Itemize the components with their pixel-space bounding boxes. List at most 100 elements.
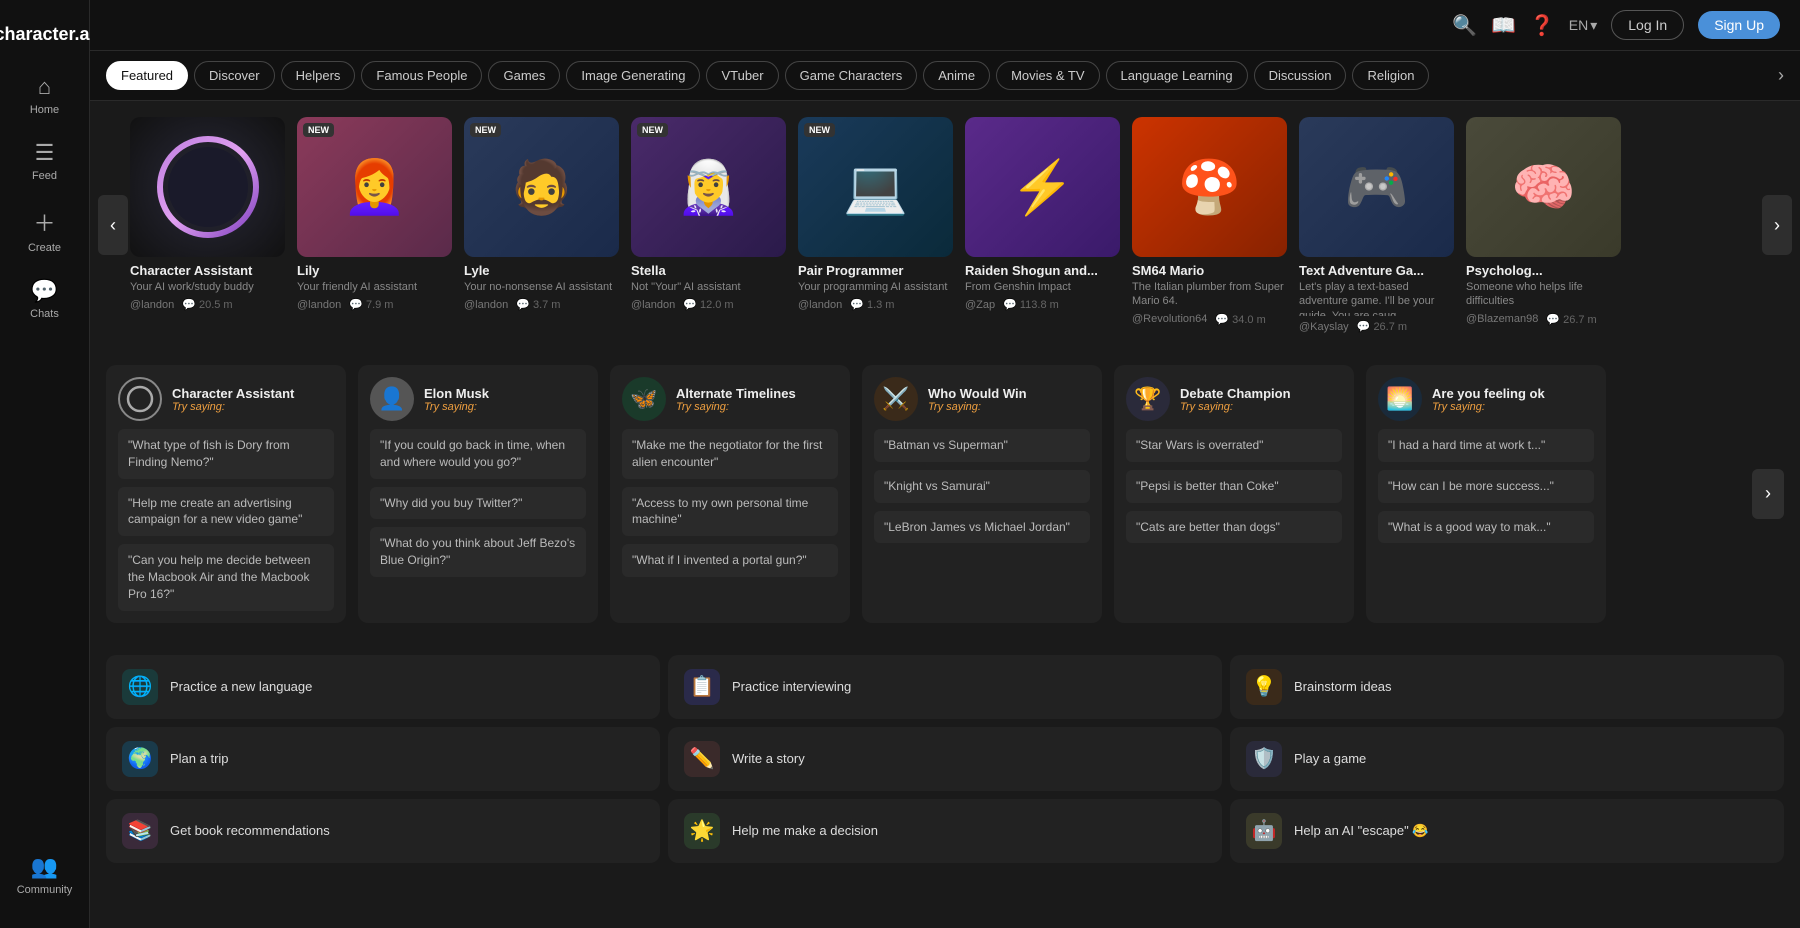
carousel-prev-button[interactable]: ‹ [98, 195, 128, 255]
char-card-stella[interactable]: NEW 🧝‍♀️ Stella Not "Your" AI assistant … [631, 117, 786, 333]
quick-make-decision[interactable]: 🌟 Help me make a decision [668, 799, 1222, 863]
try-prompt-3-debate[interactable]: "Cats are better than dogs" [1126, 511, 1342, 544]
tab-image-generating[interactable]: Image Generating [566, 61, 700, 90]
try-prompt-2-who-win[interactable]: "Knight vs Samurai" [874, 470, 1090, 503]
try-card-debate[interactable]: 🏆 Debate Champion Try saying: "Star Wars… [1114, 365, 1354, 623]
quick-actions-section: 🌐 Practice a new language 📋 Practice int… [90, 639, 1800, 883]
char-card-assistant[interactable]: Character Assistant Your AI work/study b… [130, 117, 285, 333]
search-icon[interactable]: 🔍 [1452, 13, 1477, 38]
scroll-area[interactable]: ‹ [90, 101, 1800, 928]
quick-practice-interview[interactable]: 📋 Practice interviewing [668, 655, 1222, 719]
try-prompt-3-assistant[interactable]: "Can you help me decide between the Macb… [118, 544, 334, 610]
quick-plan-trip[interactable]: 🌍 Plan a trip [106, 727, 660, 791]
try-prompt-3-feeling[interactable]: "What is a good way to mak..." [1378, 511, 1594, 544]
sidebar-item-create[interactable]: ＋ Create [0, 194, 89, 266]
char-chats-mario: 💬 34.0 m [1215, 313, 1265, 326]
language-selector[interactable]: EN ▾ [1569, 17, 1597, 34]
char-desc-pair: Your programming AI assistant [798, 280, 953, 294]
char-chats-assistant: 💬 20.5 m [182, 298, 232, 311]
categories-next-arrow[interactable]: › [1778, 65, 1784, 86]
try-prompt-1-alternate[interactable]: "Make me the negotiator for the first al… [622, 429, 838, 479]
char-card-lily[interactable]: NEW 👩‍🦰 Lily Your friendly AI assistant … [297, 117, 452, 333]
quick-play-game[interactable]: 🛡️ Play a game [1230, 727, 1784, 791]
new-badge-lily: NEW [303, 123, 334, 137]
tab-featured[interactable]: Featured [106, 61, 188, 90]
try-avatar-assistant [118, 377, 162, 421]
char-avatar-text-adventure: 🎮 [1299, 117, 1454, 257]
quick-ai-escape[interactable]: 🤖 Help an AI "escape" 😂 [1230, 799, 1784, 863]
tab-famous-people[interactable]: Famous People [361, 61, 482, 90]
try-prompt-2-assistant[interactable]: "Help me create an advertising campaign … [118, 487, 334, 537]
practice-interview-icon: 📋 [684, 669, 720, 705]
char-name-pair: Pair Programmer [798, 263, 953, 278]
try-prompt-3-alternate[interactable]: "What if I invented a portal gun?" [622, 544, 838, 577]
signup-button[interactable]: Sign Up [1698, 11, 1780, 39]
try-name-debate: Debate Champion [1180, 386, 1291, 401]
brainstorm-icon: 💡 [1246, 669, 1282, 705]
try-prompt-2-feeling[interactable]: "How can I be more success..." [1378, 470, 1594, 503]
try-prompt-2-alternate[interactable]: "Access to my own personal time machine" [622, 487, 838, 537]
try-prompt-1-debate[interactable]: "Star Wars is overrated" [1126, 429, 1342, 462]
try-prompt-1-feeling[interactable]: "I had a hard time at work t..." [1378, 429, 1594, 462]
characters-row: Character Assistant Your AI work/study b… [130, 117, 1760, 333]
try-prompt-1-who-win[interactable]: "Batman vs Superman" [874, 429, 1090, 462]
try-card-alternate[interactable]: 🦋 Alternate Timelines Try saying: "Make … [610, 365, 850, 623]
try-card-who-win[interactable]: ⚔️ Who Would Win Try saying: "Batman vs … [862, 365, 1102, 623]
tab-discussion[interactable]: Discussion [1254, 61, 1347, 90]
try-prompt-1-assistant[interactable]: "What type of fish is Dory from Finding … [118, 429, 334, 479]
sidebar-label-home: Home [30, 104, 59, 116]
char-card-psychologist[interactable]: 🧠 Psycholog... Someone who helps life di… [1466, 117, 1621, 333]
tab-helpers[interactable]: Helpers [281, 61, 356, 90]
try-prompt-2-elon[interactable]: "Why did you buy Twitter?" [370, 487, 586, 520]
quick-book-recs[interactable]: 📚 Get book recommendations [106, 799, 660, 863]
sidebar-item-feed[interactable]: ☰ Feed [0, 128, 89, 194]
tab-discover[interactable]: Discover [194, 61, 275, 90]
tab-game-characters[interactable]: Game Characters [785, 61, 918, 90]
char-chats-stella: 💬 12.0 m [683, 298, 733, 311]
try-prompt-3-elon[interactable]: "What do you think about Jeff Bezo's Blu… [370, 527, 586, 577]
tab-movies-tv[interactable]: Movies & TV [996, 61, 1099, 90]
char-card-text-adventure[interactable]: 🎮 Text Adventure Ga... Let's play a text… [1299, 117, 1454, 333]
char-card-mario[interactable]: 🍄 SM64 Mario The Italian plumber from Su… [1132, 117, 1287, 333]
try-prompt-3-who-win[interactable]: "LeBron James vs Michael Jordan" [874, 511, 1090, 544]
quick-actions-grid: 🌐 Practice a new language 📋 Practice int… [106, 655, 1784, 863]
try-card-elon[interactable]: 👤 Elon Musk Try saying: "If you could go… [358, 365, 598, 623]
sidebar-item-chats[interactable]: 💬 Chats [0, 266, 89, 332]
char-author-stella: @landon [631, 299, 675, 311]
login-button[interactable]: Log In [1611, 10, 1684, 40]
book-recs-label: Get book recommendations [170, 823, 330, 838]
char-meta-raiden: @Zap 💬 113.8 m [965, 298, 1120, 311]
try-next-button[interactable]: › [1752, 469, 1784, 519]
try-prompt-2-debate[interactable]: "Pepsi is better than Coke" [1126, 470, 1342, 503]
char-desc-psychologist: Someone who helps life difficulties [1466, 280, 1621, 309]
tab-language-learning[interactable]: Language Learning [1106, 61, 1248, 90]
char-avatar-pair: NEW 💻 [798, 117, 953, 257]
bookmark-icon[interactable]: 📖 [1491, 13, 1516, 38]
quick-practice-language[interactable]: 🌐 Practice a new language [106, 655, 660, 719]
char-card-lyle[interactable]: NEW 🧔 Lyle Your no-nonsense AI assistant… [464, 117, 619, 333]
help-icon[interactable]: ❓ [1530, 13, 1555, 38]
try-card-assistant[interactable]: Character Assistant Try saying: "What ty… [106, 365, 346, 623]
try-card-feeling[interactable]: 🌅 Are you feeling ok Try saying: "I had … [1366, 365, 1606, 623]
sidebar-item-community[interactable]: 👥 Community [0, 842, 89, 908]
sidebar-item-home[interactable]: ⌂ Home [0, 62, 89, 128]
carousel-next-button[interactable]: › [1762, 195, 1792, 255]
try-avatar-alternate: 🦋 [622, 377, 666, 421]
tab-religion[interactable]: Religion [1352, 61, 1429, 90]
char-name-raiden: Raiden Shogun and... [965, 263, 1120, 278]
quick-write-story[interactable]: ✏️ Write a story [668, 727, 1222, 791]
char-card-pair-programmer[interactable]: NEW 💻 Pair Programmer Your programming A… [798, 117, 953, 333]
try-info-debate: Debate Champion Try saying: [1180, 386, 1291, 413]
try-avatar-feeling: 🌅 [1378, 377, 1422, 421]
tab-vtuber[interactable]: VTuber [706, 61, 778, 90]
try-subtitle-who-win: Try saying: [928, 401, 1027, 413]
tab-anime[interactable]: Anime [923, 61, 990, 90]
tab-games[interactable]: Games [488, 61, 560, 90]
try-prompt-1-elon[interactable]: "If you could go back in time, when and … [370, 429, 586, 479]
community-icon: 👥 [31, 854, 58, 880]
feed-icon: ☰ [35, 140, 55, 166]
try-subtitle-alternate: Try saying: [676, 401, 796, 413]
char-card-raiden[interactable]: ⚡ Raiden Shogun and... From Genshin Impa… [965, 117, 1120, 333]
new-badge-lyle: NEW [470, 123, 501, 137]
quick-brainstorm[interactable]: 💡 Brainstorm ideas [1230, 655, 1784, 719]
